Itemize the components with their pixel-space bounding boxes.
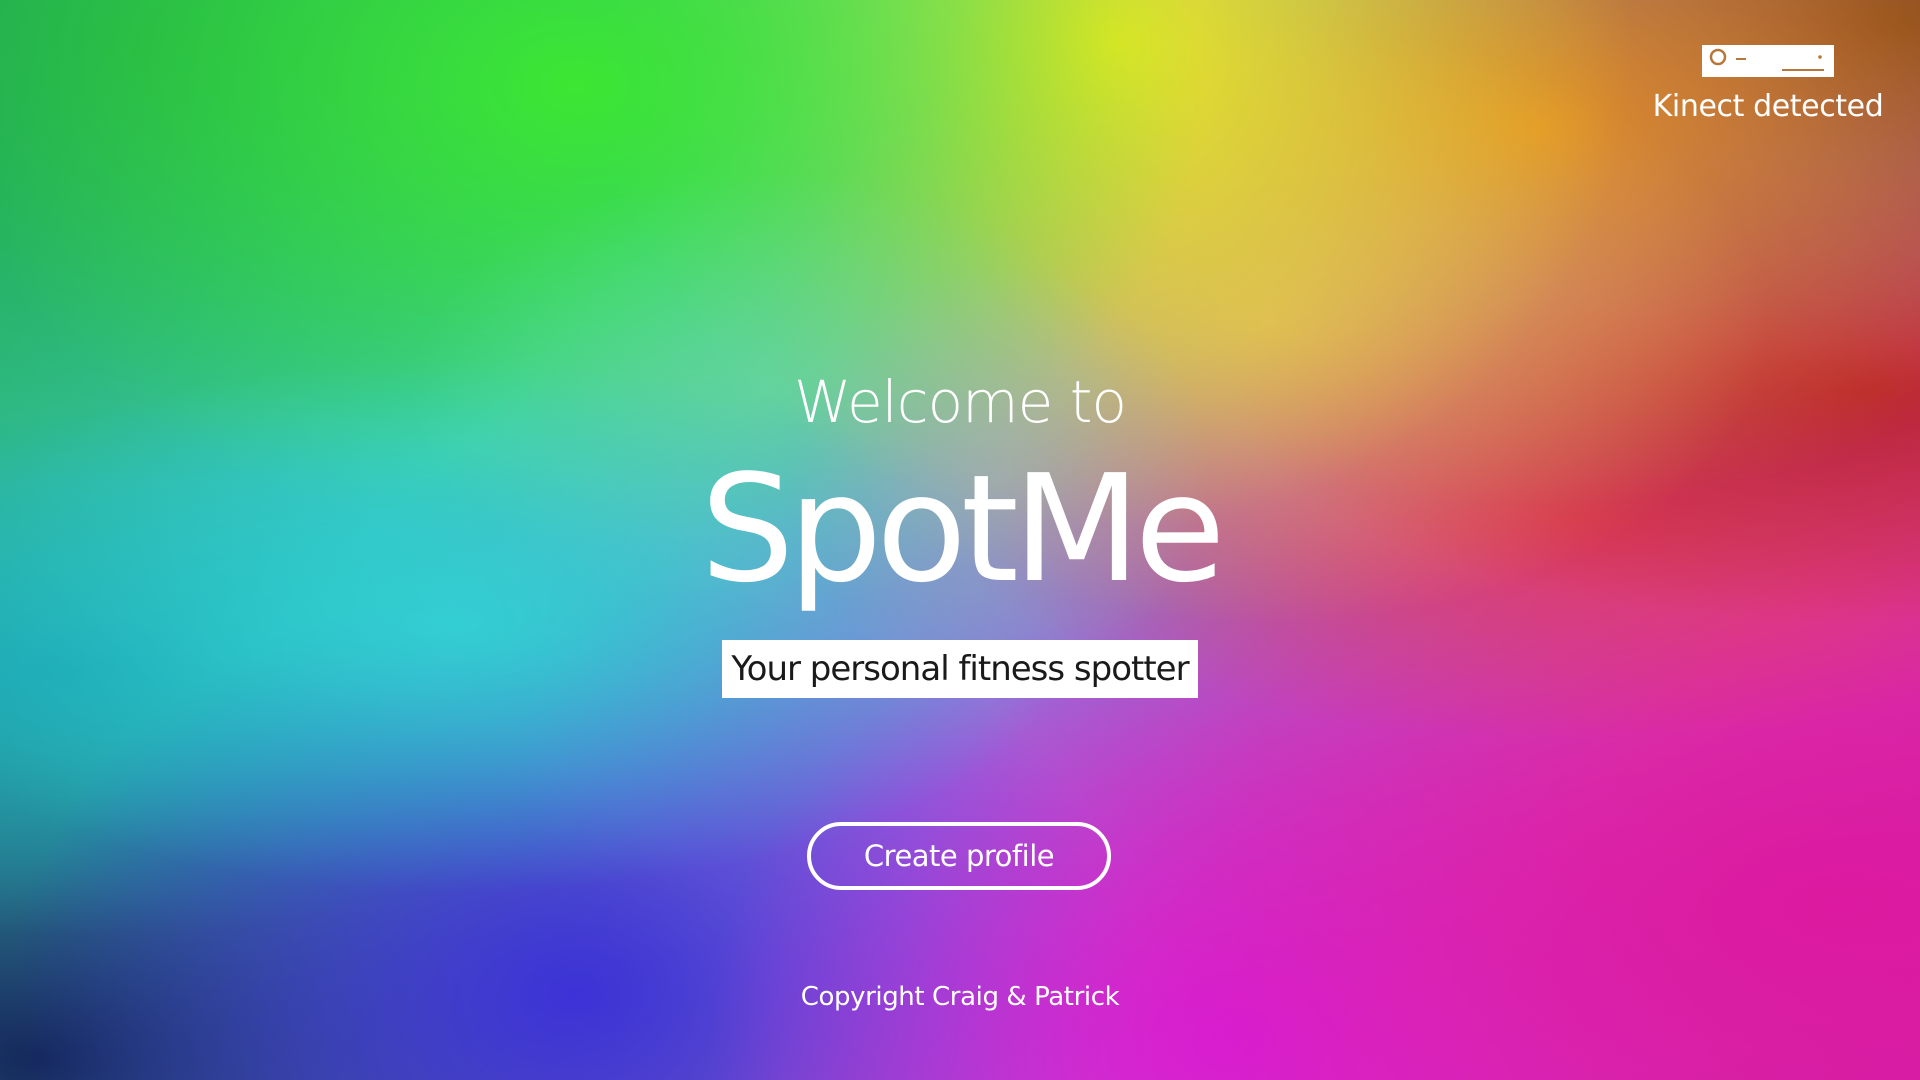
app-title: SpotMe [700, 443, 1225, 615]
kinect-status-label: Kinect detected [1652, 89, 1884, 124]
tagline-box: Your personal fitness spotter [722, 640, 1198, 698]
tagline-text: Your personal fitness spotter [731, 649, 1189, 689]
welcome-heading: Welcome to [794, 368, 1127, 436]
copyright-text: Copyright Craig & Patrick [800, 982, 1120, 1012]
kinect-sensor-icon [1702, 45, 1834, 77]
create-profile-button[interactable]: Create profile [807, 822, 1111, 890]
kinect-status: Kinect detected [1640, 45, 1896, 124]
